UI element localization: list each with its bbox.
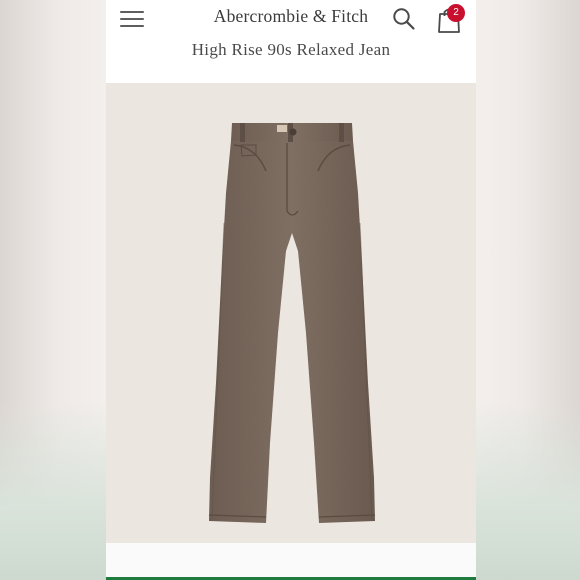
- jeans-image-icon: [208, 123, 376, 523]
- top-navigation: Abercrombie & Fitch 2 High Rise 90s Rela…: [106, 0, 476, 80]
- menu-button[interactable]: [120, 9, 146, 29]
- footer-area: [106, 543, 476, 577]
- brand-logo[interactable]: Abercrombie & Fitch: [206, 6, 376, 27]
- product-title: High Rise 90s Relaxed Jean: [191, 40, 391, 59]
- app-screen: Abercrombie & Fitch 2 High Rise 90s Rela…: [106, 0, 476, 580]
- search-icon: [393, 8, 415, 30]
- product-image[interactable]: [106, 83, 476, 543]
- search-button[interactable]: [392, 7, 416, 31]
- cart-count-badge: 2: [447, 4, 465, 22]
